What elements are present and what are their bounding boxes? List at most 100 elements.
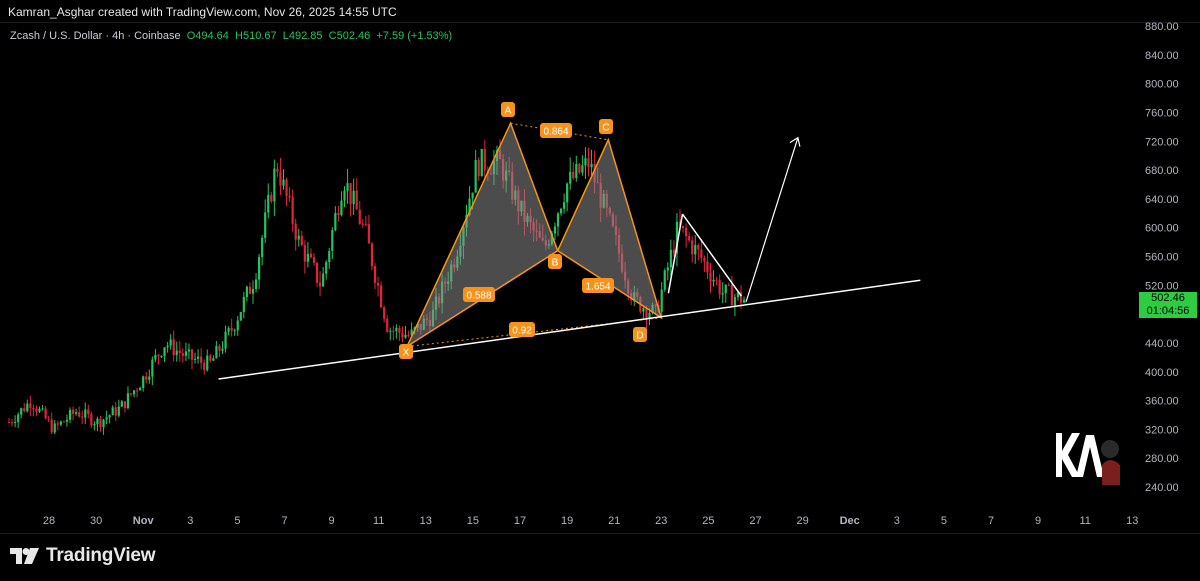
x-tick-label: 17 [514,515,526,527]
candle-body [361,223,364,225]
x-tick-label: 19 [561,515,573,527]
candle-body [337,212,340,216]
candle-body [706,261,709,273]
x-tick-label: 13 [420,515,432,527]
candle-body [273,168,276,202]
x-tick-label: 29 [796,515,808,527]
candle-body [38,408,41,412]
candle-body [227,328,230,332]
y-tick-label: 360.00 [1145,396,1179,408]
candle-body [364,223,367,225]
candle-body [254,279,258,290]
price-axis: 880.00 840.00 800.00 760.00 720.00 680.00 640.… [1145,21,1179,494]
candle-body [569,171,572,184]
point-label-x: X [403,348,410,359]
candle-body [685,228,688,237]
candle-body [193,358,197,360]
x-tick-label: 23 [655,515,667,527]
symbol-legend: Zcash / U.S. Dollar · 4h · Coinbase O494… [10,30,452,42]
candle-body [44,408,47,419]
candle-body [303,245,306,262]
candle-body [197,356,200,359]
candle-body [340,200,343,216]
candle-body [328,250,331,263]
candle-body [306,253,309,262]
candle-body [572,171,575,178]
x-tick-label: 9 [329,515,335,527]
x-tick-label: 3 [894,515,900,527]
candle-body [660,289,663,312]
candle-body [87,409,90,415]
candle-body [563,202,566,209]
candle-body [187,349,191,352]
candle-body [376,282,380,286]
x-tick-label: 9 [1035,515,1041,527]
candle-body [14,422,17,424]
candle-body [169,339,172,346]
candle-body [373,266,377,283]
candle-body [681,225,685,229]
ratio-label-abc: 0.864 [543,127,568,138]
price-chart[interactable]: 880.00 840.00 800.00 760.00 720.00 680.00 640.… [0,0,1200,581]
candle-body [715,279,718,281]
candle-body [120,401,123,407]
candle-body [300,235,303,246]
candle-body [90,414,93,426]
candle-body [581,165,584,173]
resistance-line [681,213,742,297]
tradingview-logo[interactable]: TradingView [10,545,156,567]
candle-body [172,339,175,356]
candle-body [230,328,233,331]
candle-body [358,209,361,224]
candle-body [697,245,700,250]
candle-body [99,418,102,428]
candle-body [407,334,410,336]
countdown-tag: 01:04:56 [1139,305,1197,318]
candle-body [117,406,120,416]
candle-body [642,308,645,312]
candle-body [587,158,590,168]
candle-body [181,353,184,356]
candle-body [160,356,163,358]
candle-body [200,356,203,363]
candle-body [315,262,319,283]
candle-body [703,257,706,262]
candle-body [645,308,648,318]
candle-body [401,332,404,338]
candle-body [669,249,672,268]
candle-body [53,423,56,433]
candle-body [123,401,126,409]
tradingview-mark-icon [10,548,39,564]
candle-body [248,286,252,294]
candle-body [480,148,483,177]
ratio-label-bcd: 1.654 [585,282,610,293]
candle-body [132,390,136,395]
candle-body [233,330,236,332]
candle-body [47,418,50,420]
candle-body [712,279,715,282]
legend-low: L492.85 [282,30,323,42]
candle-body [334,212,337,231]
candle-body [700,249,703,258]
x-tick-label: 5 [234,515,240,527]
watermark-logo [1052,425,1124,487]
x-tick-label: 11 [373,515,384,527]
candle-body [389,330,392,332]
candle-body [291,197,294,224]
x-tick-label: 13 [1126,515,1138,527]
candle-body [224,331,227,349]
time-axis: 28 30 Nov 3 5 7 9 11 13 15 17 19 21 23 25 27 29 Dec 3 5 7 9 11… [43,515,1139,527]
x-tick-label: 11 [1079,515,1090,527]
candle-body [395,328,398,331]
candle-body [258,257,261,280]
candle-body [163,347,166,357]
candle-body [556,213,560,227]
candle-body [727,284,730,286]
candle-body [322,273,325,287]
candle-body [312,257,316,263]
legend-change: +7.59 (+1.53%) [376,30,453,42]
candle-body [84,409,87,418]
candle-body [32,407,35,409]
candle-body [145,376,148,380]
candle-body [139,388,142,391]
